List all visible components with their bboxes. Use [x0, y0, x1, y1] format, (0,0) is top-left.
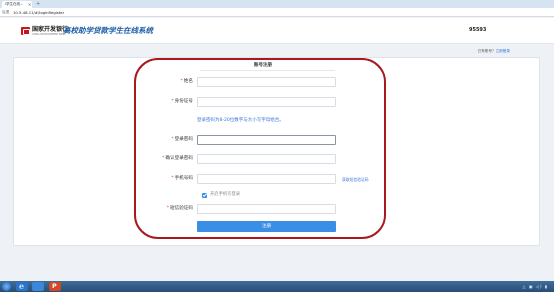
start-button-icon[interactable] — [2, 282, 11, 291]
confirm-password-input[interactable] — [197, 154, 336, 164]
phone-label: *手机号码 — [171, 176, 193, 181]
url-text[interactable]: 10.5.48.11/#/loginRegister — [13, 9, 64, 16]
confirm-password-label: *确认登录密码 — [162, 156, 193, 161]
powerpoint-icon[interactable] — [49, 282, 61, 291]
get-sms-code-button[interactable]: 获取短信验证码 — [342, 177, 369, 182]
password-label: *登录密码 — [171, 137, 193, 142]
id-number-input[interactable] — [197, 97, 336, 107]
sms-code-input[interactable] — [197, 204, 336, 214]
browser-tab-title: i学生在线... — [5, 2, 24, 6]
checkbox-checked-icon[interactable] — [202, 193, 207, 198]
sms-code-label: *短信验证码 — [166, 206, 193, 211]
login-link[interactable]: 立即登录 — [496, 49, 510, 53]
password-hint: 登录密码为8-20位数字与大小写字母组合。 — [197, 118, 284, 123]
enable-phone-login-label: 开启手机号登录 — [210, 192, 241, 197]
new-tab-button[interactable]: + — [36, 1, 40, 7]
back-button[interactable]: 后退 — [2, 9, 9, 16]
name-input[interactable] — [197, 77, 336, 87]
form-title: 账号注册 — [254, 63, 272, 68]
id-number-label: *身份证号 — [171, 99, 193, 104]
phone-input[interactable] — [197, 174, 336, 184]
taskbar: △ ▣ ◁) ▮ — [0, 281, 554, 292]
browser-tab[interactable]: i学生在线... × — [2, 1, 32, 8]
form-divider — [200, 70, 335, 71]
bank-english-name: CHINA DEVELOPMENT BANK — [32, 33, 66, 36]
system-title: 高校助学贷款学生在线系统 — [63, 26, 153, 35]
password-input[interactable] — [197, 135, 336, 145]
bank-logo-icon — [21, 27, 30, 35]
service-phone: 95593 — [469, 27, 487, 33]
browser-tab-bar: i学生在线... × + — [0, 0, 554, 8]
register-button[interactable]: 注册 — [197, 221, 336, 232]
browser-icon[interactable] — [32, 282, 44, 291]
login-prompt: 已有账号？立即登录 — [478, 49, 510, 54]
name-label: *姓名 — [180, 79, 194, 84]
address-bar[interactable]: 后退 10.5.48.11/#/loginRegister — [0, 8, 554, 17]
login-prompt-text: 已有账号？ — [477, 49, 496, 53]
system-tray[interactable]: △ ▣ ◁) ▮ — [522, 283, 548, 290]
ie-browser-icon[interactable] — [16, 281, 28, 291]
